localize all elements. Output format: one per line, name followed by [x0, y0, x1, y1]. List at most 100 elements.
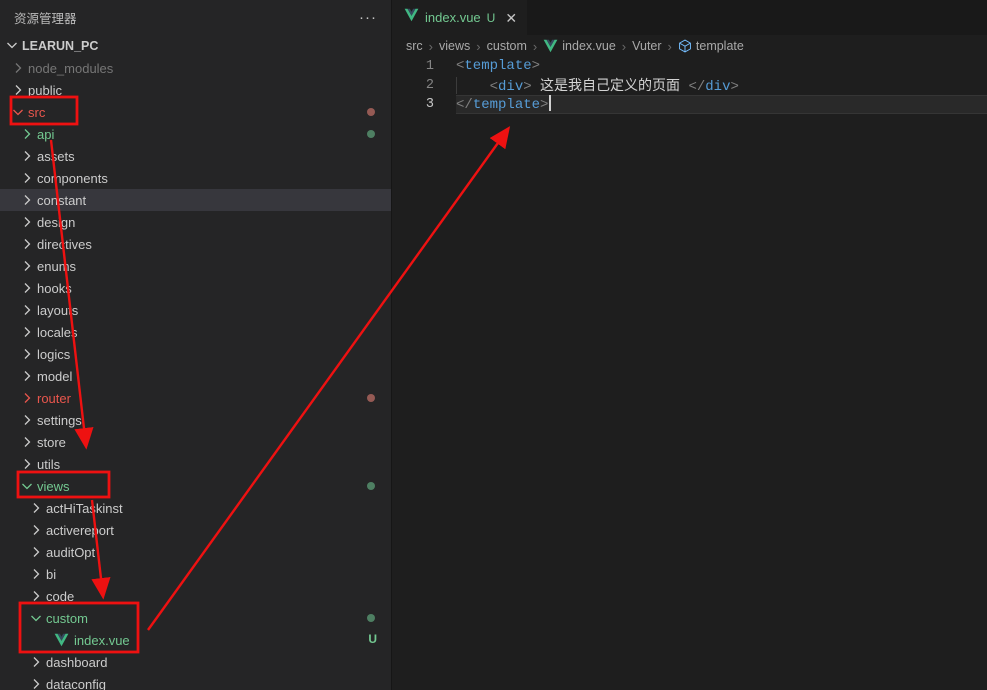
vue-icon — [543, 39, 558, 53]
code-line-1[interactable]: 1<template> — [392, 57, 987, 76]
tree-item-layouts[interactable]: layouts — [0, 299, 391, 321]
chevron-right-icon[interactable] — [19, 324, 35, 340]
tree-item-label: bi — [44, 567, 56, 582]
tree-item-label: router — [35, 391, 71, 406]
tree-item-code[interactable]: code — [0, 585, 391, 607]
tree-item-logics[interactable]: logics — [0, 343, 391, 365]
tree-item-store[interactable]: store — [0, 431, 391, 453]
token: template — [464, 58, 531, 74]
tree-item-enums[interactable]: enums — [0, 255, 391, 277]
chevron-right-icon[interactable] — [28, 654, 44, 670]
breadcrumb-label: template — [696, 39, 744, 53]
chevron-down-icon[interactable] — [28, 610, 44, 626]
tree-item-index.vue[interactable]: index.vue U — [0, 629, 391, 651]
chevron-right-icon[interactable] — [19, 368, 35, 384]
tree-item-api[interactable]: api — [0, 123, 391, 145]
chevron-right-icon[interactable] — [19, 456, 35, 472]
tab-index-vue[interactable]: index.vue U ✕ — [392, 0, 527, 35]
chevron-right-icon[interactable] — [28, 500, 44, 516]
tree-item-label: index.vue — [72, 633, 130, 648]
breadcrumb-label: views — [439, 39, 470, 53]
code-area[interactable]: 1<template>2 <div> 这是我自己定义的页面 </div>3</t… — [392, 57, 987, 114]
tree-item-label: hooks — [35, 281, 72, 296]
chevron-right-icon[interactable] — [19, 258, 35, 274]
more-actions-icon[interactable]: ··· — [359, 13, 377, 23]
chevron-right-icon[interactable] — [28, 588, 44, 604]
breadcrumb-item-index.vue[interactable]: index.vue — [543, 39, 616, 53]
breadcrumb-item-Vuter[interactable]: Vuter — [632, 39, 661, 53]
breadcrumb-item-template[interactable]: template — [678, 39, 744, 53]
chevron-right-icon[interactable] — [19, 126, 35, 142]
tree-item-hooks[interactable]: hooks — [0, 277, 391, 299]
breadcrumb-label: src — [406, 39, 423, 53]
code-text: </template> — [456, 95, 987, 114]
tree-item-model[interactable]: model — [0, 365, 391, 387]
chevron-right-icon[interactable] — [28, 522, 44, 538]
tree-item-constant[interactable]: constant — [0, 189, 391, 211]
tree-item-label: public — [26, 83, 62, 98]
tree-item-dataconfig[interactable]: dataconfig — [0, 673, 391, 690]
tree-item-actHiTaskinst[interactable]: actHiTaskinst — [0, 497, 391, 519]
tree-item-auditOpt[interactable]: auditOpt — [0, 541, 391, 563]
chevron-right-icon[interactable] — [19, 236, 35, 252]
breadcrumb-separator: › — [476, 39, 480, 54]
tree-item-utils[interactable]: utils — [0, 453, 391, 475]
token: template — [473, 97, 540, 113]
chevron-right-icon[interactable] — [28, 566, 44, 582]
chevron-right-icon[interactable] — [19, 412, 35, 428]
tree-item-node_modules[interactable]: node_modules — [0, 57, 391, 79]
tree-item-locales[interactable]: locales — [0, 321, 391, 343]
tree-item-router[interactable]: router — [0, 387, 391, 409]
project-section-header[interactable]: LEARUN_PC — [0, 35, 391, 57]
chevron-down-icon[interactable] — [19, 478, 35, 494]
tree-item-activereport[interactable]: activereport — [0, 519, 391, 541]
tree-item-label: code — [44, 589, 74, 604]
chevron-right-icon[interactable] — [10, 82, 26, 98]
git-untracked-badge: U — [368, 632, 377, 646]
chevron-right-icon[interactable] — [19, 346, 35, 362]
tree-item-label: constant — [35, 193, 86, 208]
code-line-2[interactable]: 2 <div> 这是我自己定义的页面 </div> — [392, 76, 987, 95]
git-status-dot-green — [367, 130, 375, 138]
chevron-right-icon[interactable] — [19, 170, 35, 186]
tree-item-label: assets — [35, 149, 75, 164]
chevron-right-icon[interactable] — [19, 214, 35, 230]
chevron-down-icon[interactable] — [10, 104, 26, 120]
chevron-right-icon[interactable] — [19, 390, 35, 406]
tree-item-dashboard[interactable]: dashboard — [0, 651, 391, 673]
token: div — [705, 79, 730, 95]
close-icon[interactable]: ✕ — [505, 11, 517, 25]
chevron-right-icon[interactable] — [28, 544, 44, 560]
tree-item-design[interactable]: design — [0, 211, 391, 233]
tree-item-views[interactable]: views — [0, 475, 391, 497]
tree-item-assets[interactable]: assets — [0, 145, 391, 167]
breadcrumb-item-custom[interactable]: custom — [487, 39, 527, 53]
chevron-right-icon[interactable] — [19, 192, 35, 208]
code-text: <template> — [456, 57, 987, 76]
tree-item-label: custom — [44, 611, 88, 626]
tree-item-bi[interactable]: bi — [0, 563, 391, 585]
tree-item-label: utils — [35, 457, 60, 472]
tree-item-src[interactable]: src — [0, 101, 391, 123]
chevron-right-icon[interactable] — [19, 302, 35, 318]
chevron-right-icon[interactable] — [10, 60, 26, 76]
tree-item-label: dashboard — [44, 655, 107, 670]
tree-item-public[interactable]: public — [0, 79, 391, 101]
chevron-right-icon[interactable] — [19, 148, 35, 164]
breadcrumb-item-src[interactable]: src — [406, 39, 423, 53]
chevron-right-icon[interactable] — [19, 280, 35, 296]
breadcrumb: src›views›custom›index.vue›Vuter›templat… — [392, 35, 987, 57]
breadcrumb-label: index.vue — [562, 39, 616, 53]
chevron-right-icon[interactable] — [28, 676, 44, 690]
breadcrumb-item-views[interactable]: views — [439, 39, 470, 53]
tree-item-directives[interactable]: directives — [0, 233, 391, 255]
tree-item-custom[interactable]: custom — [0, 607, 391, 629]
code-line-3[interactable]: 3</template> — [392, 95, 987, 114]
tree-item-components[interactable]: components — [0, 167, 391, 189]
tree-item-label: model — [35, 369, 72, 384]
tree-item-settings[interactable]: settings — [0, 409, 391, 431]
git-status-dot-green — [367, 614, 375, 622]
git-status-dot-green — [367, 482, 375, 490]
breadcrumb-separator: › — [533, 39, 537, 54]
chevron-right-icon[interactable] — [19, 434, 35, 450]
